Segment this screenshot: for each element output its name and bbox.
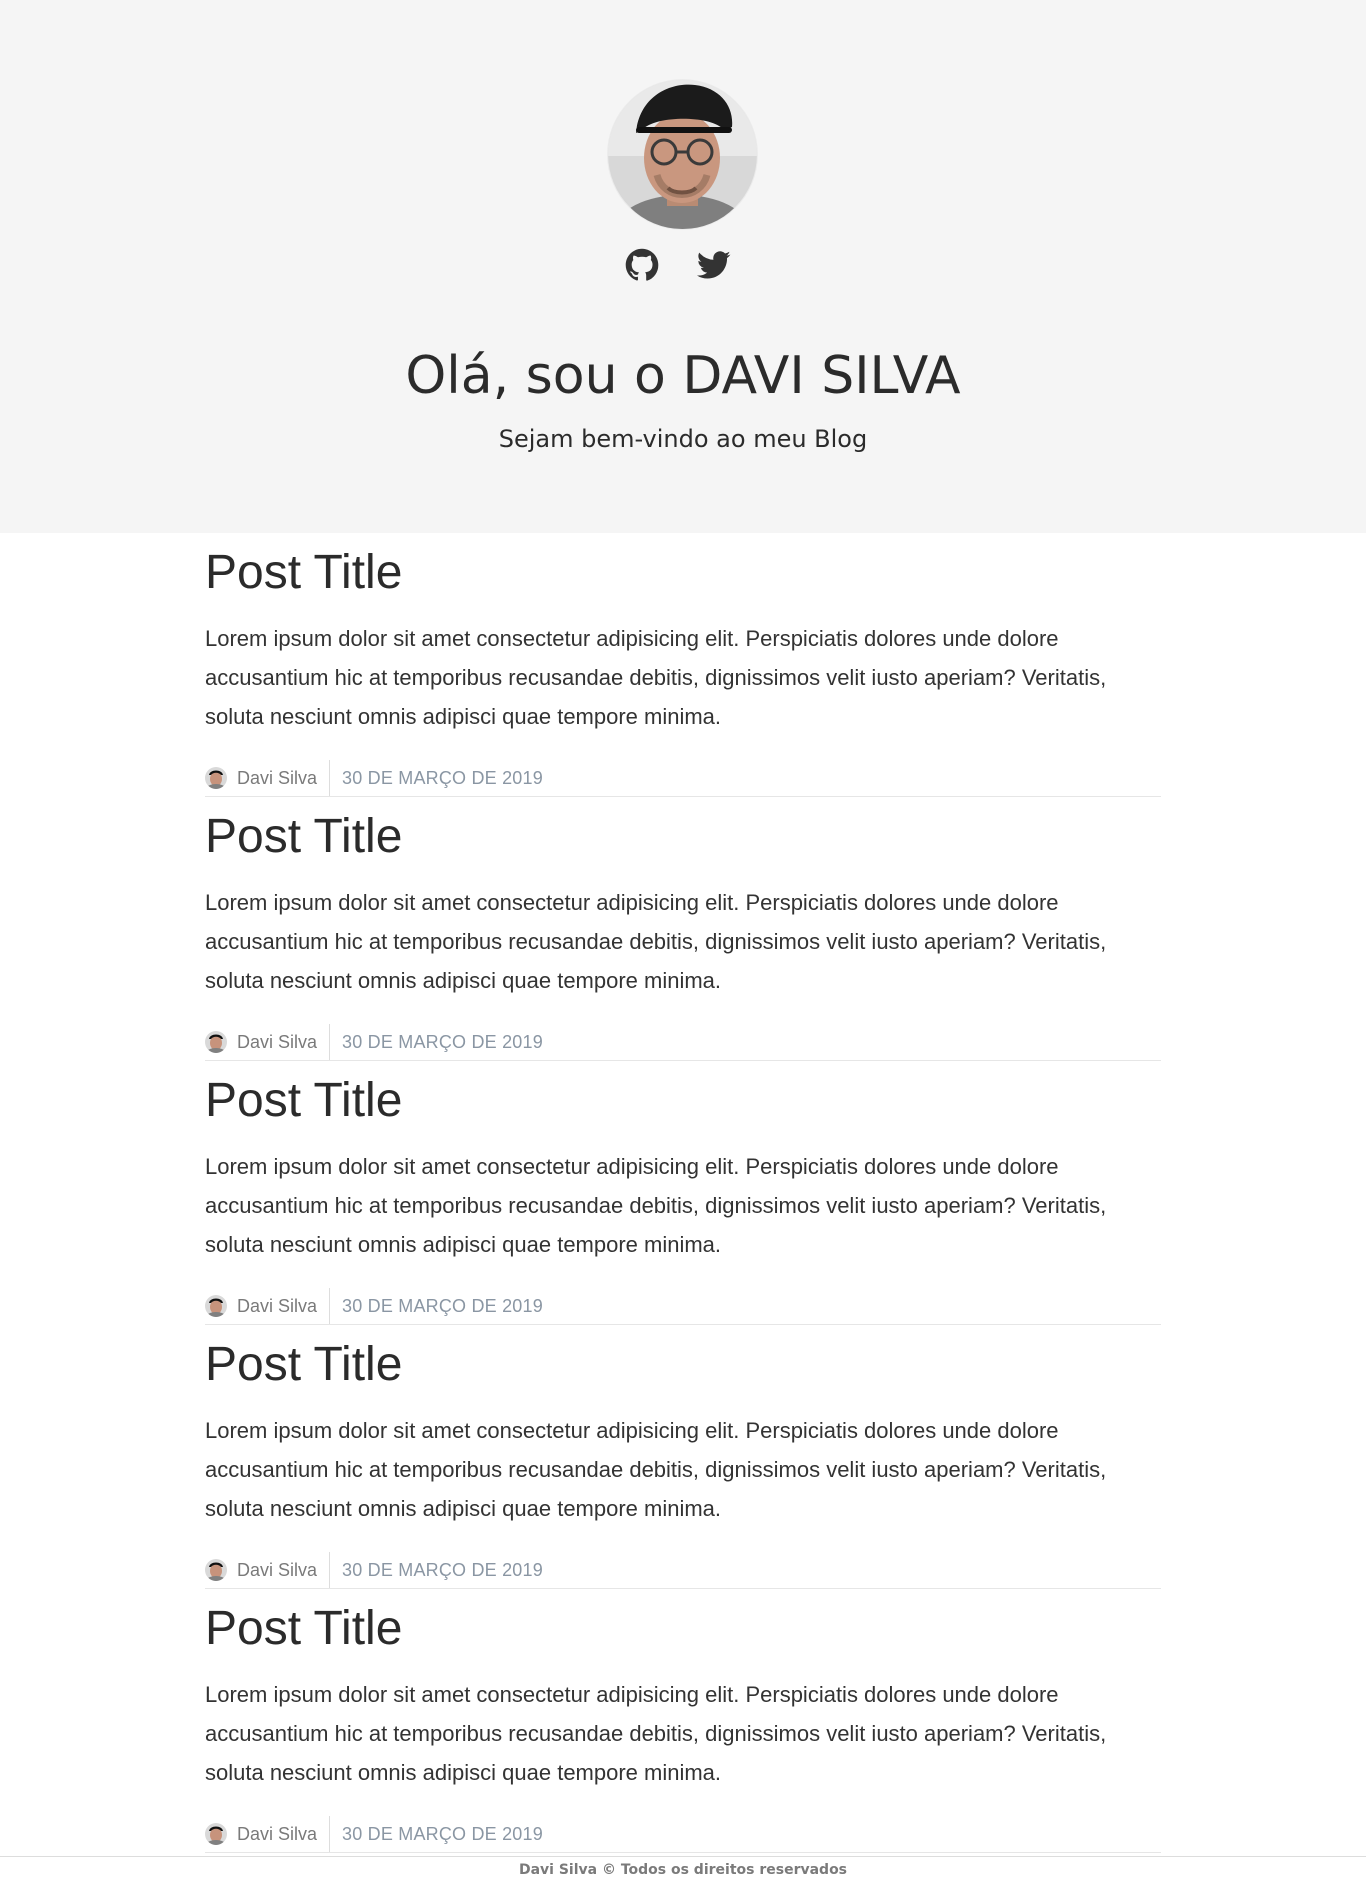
author-name: Davi Silva: [237, 768, 318, 788]
post-meta: Davi Silva 30 DE MARÇO DE 2019: [205, 1024, 543, 1060]
post-card: Post Title Lorem ipsum dolor sit amet co…: [205, 1589, 1161, 1853]
post-title[interactable]: Post Title: [205, 1599, 402, 1659]
meta-divider: [329, 1552, 331, 1588]
meta-divider: [329, 1024, 331, 1060]
author-name: Davi Silva: [237, 1560, 318, 1580]
profile-avatar: [608, 80, 757, 229]
post-card: Post Title Lorem ipsum dolor sit amet co…: [205, 1061, 1161, 1325]
author-name: Davi Silva: [237, 1824, 318, 1844]
post-card: Post Title Lorem ipsum dolor sit amet co…: [205, 797, 1161, 1061]
post-date: 30 DE MARÇO DE 2019: [342, 1560, 543, 1580]
author-avatar-icon: [205, 1559, 227, 1581]
post-meta: Davi Silva 30 DE MARÇO DE 2019: [205, 1288, 543, 1324]
author-name: Davi Silva: [237, 1032, 318, 1052]
post-title[interactable]: Post Title: [205, 543, 402, 603]
post-meta: Davi Silva 30 DE MARÇO DE 2019: [205, 1552, 543, 1588]
profile-photo-icon: [608, 80, 757, 229]
hero-section: Olá, sou o DAVI SILVA Sejam bem-vindo ao…: [0, 0, 1366, 533]
post-excerpt: Lorem ipsum dolor sit amet consectetur a…: [205, 1418, 1107, 1521]
post-card: Post Title Lorem ipsum dolor sit amet co…: [205, 1325, 1161, 1589]
post-date: 30 DE MARÇO DE 2019: [342, 1296, 543, 1316]
post-title[interactable]: Post Title: [205, 1071, 402, 1131]
author-avatar-icon: [205, 767, 227, 789]
post-meta: Davi Silva 30 DE MARÇO DE 2019: [205, 760, 543, 796]
github-link[interactable]: [625, 248, 659, 282]
twitter-icon: [697, 251, 731, 279]
post-date: 30 DE MARÇO DE 2019: [342, 1824, 543, 1844]
post-date: 30 DE MARÇO DE 2019: [342, 1032, 543, 1052]
author-name: Davi Silva: [237, 1296, 318, 1316]
post-card: Post Title Lorem ipsum dolor sit amet co…: [205, 533, 1161, 797]
github-icon: [625, 248, 659, 281]
post-title[interactable]: Post Title: [205, 807, 402, 867]
post-meta: Davi Silva 30 DE MARÇO DE 2019: [205, 1816, 543, 1852]
hero-title: Olá, sou o DAVI SILVA: [405, 346, 961, 406]
meta-divider: [329, 1288, 331, 1324]
post-excerpt: Lorem ipsum dolor sit amet consectetur a…: [205, 890, 1107, 993]
post-excerpt: Lorem ipsum dolor sit amet consectetur a…: [205, 1682, 1107, 1785]
hero-subtitle: Sejam bem-vindo ao meu Blog: [498, 425, 868, 453]
post-date: 30 DE MARÇO DE 2019: [342, 768, 543, 788]
author-avatar-icon: [205, 1031, 227, 1053]
author-avatar-icon: [205, 1295, 227, 1317]
meta-divider: [329, 760, 331, 796]
posts-list: Post Title Lorem ipsum dolor sit amet co…: [205, 533, 1161, 1853]
social-links: [625, 248, 731, 282]
post-title[interactable]: Post Title: [205, 1335, 402, 1395]
meta-divider: [329, 1816, 331, 1852]
post-excerpt: Lorem ipsum dolor sit amet consectetur a…: [205, 626, 1107, 729]
footer: Davi Silva © Todos os direitos reservado…: [0, 1856, 1366, 1886]
twitter-link[interactable]: [697, 248, 731, 282]
post-excerpt: Lorem ipsum dolor sit amet consectetur a…: [205, 1154, 1107, 1257]
author-avatar-icon: [205, 1823, 227, 1845]
